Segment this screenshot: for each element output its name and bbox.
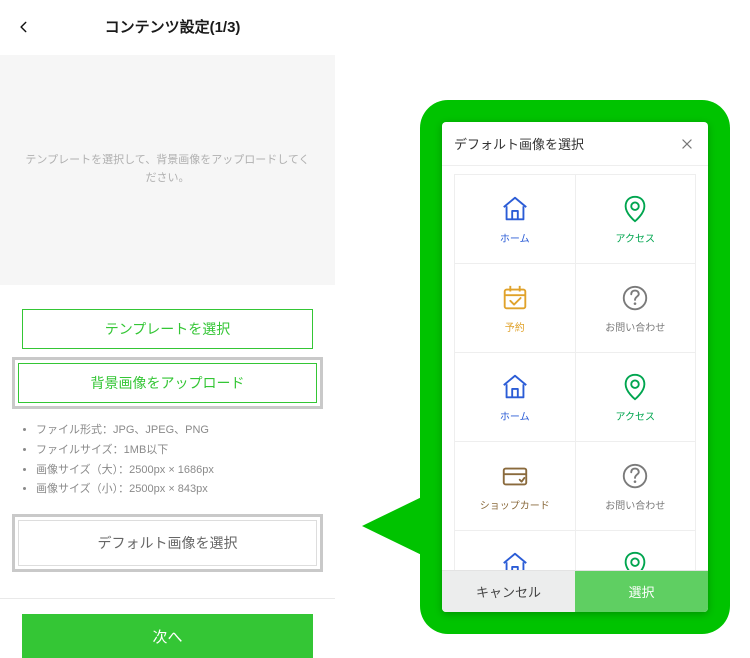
calendar-icon bbox=[500, 283, 530, 313]
header: コンテンツ設定(1/3) bbox=[0, 0, 335, 55]
default-image-callout: デフォルト画像を選択 ホームアクセス予約お問い合わせホームアクセスショップカード… bbox=[420, 100, 730, 634]
spec-item: 画像サイズ（小）：2500px × 843px bbox=[36, 480, 313, 500]
spec-item: 画像サイズ（大）：2500px × 1686px bbox=[36, 461, 313, 481]
tile-label: アクセス bbox=[616, 408, 656, 423]
default-image-tile[interactable]: ホーム bbox=[455, 175, 575, 263]
upload-bg-highlight: 背景画像をアップロード bbox=[12, 357, 323, 409]
house-icon bbox=[500, 194, 530, 224]
default-image-tile[interactable]: お問い合わせ bbox=[576, 264, 696, 352]
default-image-tile[interactable]: お問い合わせ bbox=[576, 442, 696, 530]
question-icon bbox=[620, 461, 650, 491]
tile-label: ホーム bbox=[500, 408, 530, 423]
select-default-highlight: デフォルト画像を選択 bbox=[12, 514, 323, 572]
tile-label: アクセス bbox=[616, 230, 656, 245]
phone-mock: デフォルト画像を選択 ホームアクセス予約お問い合わせホームアクセスショップカード… bbox=[442, 122, 708, 612]
house-icon bbox=[500, 372, 530, 402]
default-image-tile[interactable]: 予約 bbox=[455, 264, 575, 352]
modal-title: デフォルト画像を選択 bbox=[454, 134, 678, 153]
default-image-grid: ホームアクセス予約お問い合わせホームアクセスショップカードお問い合わせホームアク… bbox=[454, 174, 696, 570]
tile-label: 予約 bbox=[505, 319, 525, 334]
preview-area: テンプレートを選択して、背景画像をアップロードしてください。 bbox=[0, 55, 335, 285]
select-button[interactable]: 選択 bbox=[575, 571, 708, 612]
cancel-button[interactable]: キャンセル bbox=[442, 571, 575, 612]
pin-icon bbox=[620, 194, 650, 224]
select-default-button[interactable]: デフォルト画像を選択 bbox=[18, 520, 317, 566]
spec-item: ファイルサイズ：1MB以下 bbox=[36, 441, 313, 461]
bubble-tail bbox=[362, 492, 432, 560]
pin-icon bbox=[620, 550, 650, 571]
question-icon bbox=[620, 283, 650, 313]
tile-label: お問い合わせ bbox=[605, 319, 665, 334]
default-image-tile[interactable]: アクセス bbox=[576, 175, 696, 263]
default-image-tile[interactable]: アクセス bbox=[576, 353, 696, 441]
page-title: コンテンツ設定(1/3) bbox=[24, 16, 321, 37]
preview-placeholder: テンプレートを選択して、背景画像をアップロードしてください。 bbox=[22, 152, 313, 187]
select-template-button[interactable]: テンプレートを選択 bbox=[22, 309, 313, 349]
tile-label: ショップカード bbox=[480, 497, 550, 512]
modal-header: デフォルト画像を選択 bbox=[442, 122, 708, 166]
upload-bg-button[interactable]: 背景画像をアップロード bbox=[18, 363, 317, 403]
tile-label: ホーム bbox=[500, 230, 530, 245]
next-button[interactable]: 次へ bbox=[22, 614, 313, 658]
tile-label: お問い合わせ bbox=[605, 497, 665, 512]
default-image-tile[interactable]: ホーム bbox=[455, 531, 575, 570]
close-icon bbox=[680, 137, 694, 151]
modal-actions: キャンセル 選択 bbox=[442, 570, 708, 612]
spec-item: ファイル形式：JPG、JPEG、PNG bbox=[36, 421, 313, 441]
default-image-tile[interactable]: ショップカード bbox=[455, 442, 575, 530]
settings-panel: コンテンツ設定(1/3) テンプレートを選択して、背景画像をアップロードしてくだ… bbox=[0, 0, 335, 646]
pin-icon bbox=[620, 372, 650, 402]
file-specs: ファイル形式：JPG、JPEG、PNG ファイルサイズ：1MB以下 画像サイズ（… bbox=[0, 417, 335, 514]
default-image-tile[interactable]: アクセス bbox=[576, 531, 696, 570]
close-button[interactable] bbox=[678, 135, 696, 153]
divider bbox=[0, 598, 335, 600]
shopcard-icon bbox=[500, 461, 530, 491]
default-image-tile[interactable]: ホーム bbox=[455, 353, 575, 441]
house-icon bbox=[500, 550, 530, 571]
